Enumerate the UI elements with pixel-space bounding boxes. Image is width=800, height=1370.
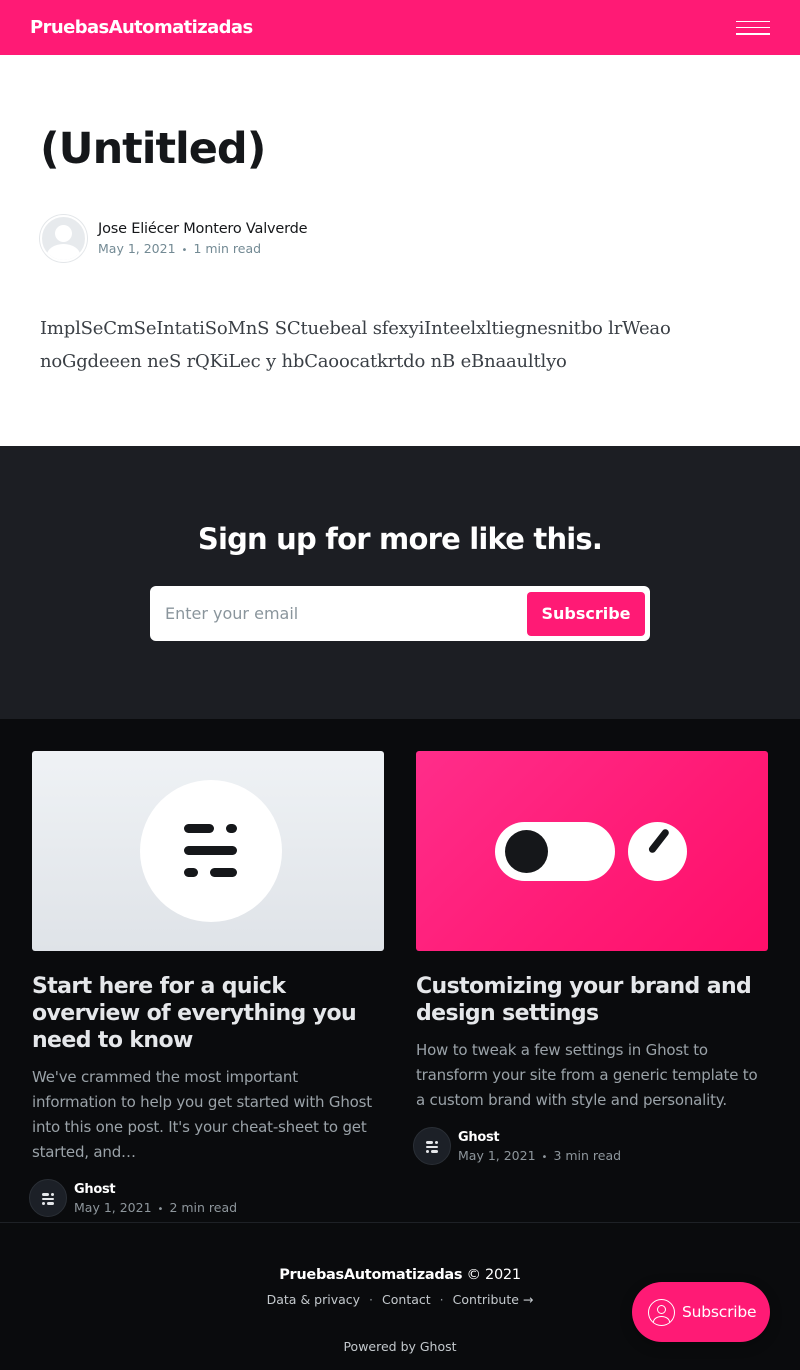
post-content: ImplSeCmSeIntatiSoMnS SCtuebeal sfexyiIn… xyxy=(40,312,760,378)
footer-copyright: PruebasAutomatizadas © 2021 xyxy=(0,1267,800,1283)
post-card-author-name[interactable]: Ghost xyxy=(458,1130,621,1145)
toggle-knob xyxy=(505,830,548,873)
ghost-avatar-bar xyxy=(435,1141,438,1144)
footer-separator: · xyxy=(439,1292,444,1307)
post-card-title[interactable]: Start here for a quick overview of every… xyxy=(32,973,384,1054)
post-card-author-text: Ghost May 1, 2021 • 3 min read xyxy=(458,1130,621,1163)
site-title-link[interactable]: PruebasAutomatizadas xyxy=(30,17,253,38)
menu-line xyxy=(736,20,770,22)
ghost-logo-bar xyxy=(184,824,214,833)
ghost-logo-bar xyxy=(226,824,237,833)
footer-link-data-privacy[interactable]: Data & privacy xyxy=(267,1292,360,1307)
post-card-meta: May 1, 2021 • 2 min read xyxy=(74,1200,237,1215)
ghost-avatar-bar xyxy=(51,1193,54,1196)
site-header: PruebasAutomatizadas xyxy=(0,0,800,55)
meta-separator: • xyxy=(541,1151,548,1163)
toggle-switch-icon xyxy=(495,822,615,881)
post-card-reading-time: 2 min read xyxy=(169,1199,238,1215)
meta-separator: • xyxy=(157,1203,164,1215)
ghost-avatar-bar xyxy=(42,1202,45,1205)
ghost-avatar-bar xyxy=(426,1141,433,1144)
post-content-line: ImplSeCmSeIntatiSoMnS SCtuebeal sfexyiIn… xyxy=(40,317,671,339)
post-card-author-text: Ghost May 1, 2021 • 2 min read xyxy=(74,1182,237,1215)
email-input[interactable] xyxy=(165,604,505,623)
ghost-avatar-bar xyxy=(426,1145,438,1148)
meta-separator: • xyxy=(181,244,188,256)
post-meta: May 1, 2021 • 1 min read xyxy=(98,241,307,256)
post-card-excerpt[interactable]: We've crammed the most important informa… xyxy=(32,1065,384,1165)
ghost-avatar-icon[interactable] xyxy=(413,1127,451,1165)
avatar-shoulders xyxy=(47,243,80,260)
ghost-logo-bar xyxy=(210,868,237,877)
post-title: (Untitled) xyxy=(40,124,266,174)
ghost-logo-bar xyxy=(184,868,198,877)
post-card[interactable]: Customizing your brand and design settin… xyxy=(413,751,768,1165)
subscribe-button[interactable]: Subscribe xyxy=(527,591,645,636)
user-icon-head xyxy=(656,1304,666,1314)
author-name-link[interactable]: Jose Eliécer Montero Valverde xyxy=(98,221,308,237)
ghost-avatar-bar xyxy=(42,1193,49,1196)
post-card-title[interactable]: Customizing your brand and design settin… xyxy=(416,973,768,1027)
ghost-avatar-bar xyxy=(431,1150,438,1153)
ghost-avatar-bar xyxy=(47,1202,54,1205)
post-card-excerpt[interactable]: How to tweak a few settings in Ghost to … xyxy=(416,1038,768,1113)
reading-time: 1 min read xyxy=(193,240,262,256)
menu-line xyxy=(736,33,770,35)
post-card-date: May 1, 2021 xyxy=(74,1199,152,1215)
hamburger-menu-icon[interactable] xyxy=(736,20,770,36)
post-card-image[interactable] xyxy=(416,751,768,951)
portal-subscribe-label: Subscribe xyxy=(682,1303,757,1321)
avatar-head xyxy=(55,224,72,242)
post-card-image[interactable] xyxy=(32,751,384,951)
signup-title: Sign up for more like this. xyxy=(197,522,603,556)
post-card[interactable]: Start here for a quick overview of every… xyxy=(29,751,384,1217)
ghost-avatar-icon[interactable] xyxy=(29,1179,67,1217)
byline-text: Jose Eliécer Montero Valverde May 1, 202… xyxy=(98,221,308,256)
footer-site-title-link[interactable]: PruebasAutomatizadas xyxy=(279,1267,462,1283)
byline: Jose Eliécer Montero Valverde May 1, 202… xyxy=(40,214,760,262)
signup-form: Subscribe xyxy=(150,586,650,641)
author-avatar[interactable] xyxy=(40,214,87,262)
dial-icon xyxy=(628,822,687,881)
ghost-avatar-bar xyxy=(42,1197,54,1200)
user-icon-body xyxy=(652,1315,670,1325)
article: (Untitled) Jose Eliécer Montero Valverde… xyxy=(0,124,800,378)
post-card-reading-time: 3 min read xyxy=(553,1147,622,1163)
ghost-logo-bar xyxy=(184,846,237,855)
ghost-logo-icon xyxy=(140,780,282,922)
copyright-text: © 2021 xyxy=(466,1267,522,1283)
menu-line xyxy=(736,26,770,29)
ghost-avatar-bar xyxy=(426,1150,429,1153)
post-card-date: May 1, 2021 xyxy=(458,1147,536,1163)
post-card-author-name[interactable]: Ghost xyxy=(74,1182,237,1197)
post-card-author: Ghost May 1, 2021 • 3 min read xyxy=(413,1127,768,1165)
related-posts: Start here for a quick overview of every… xyxy=(0,719,800,1222)
portal-subscribe-button[interactable]: Subscribe xyxy=(632,1282,770,1342)
post-card-meta: May 1, 2021 • 3 min read xyxy=(458,1148,621,1163)
user-icon xyxy=(648,1298,675,1326)
post-date: May 1, 2021 xyxy=(98,240,176,256)
dial-needle xyxy=(647,827,671,855)
footer-link-contact[interactable]: Contact xyxy=(382,1292,431,1307)
footer-link-contribute[interactable]: Contribute → xyxy=(453,1292,534,1307)
post-card-author: Ghost May 1, 2021 • 2 min read xyxy=(29,1179,384,1217)
footer-separator: · xyxy=(369,1292,374,1307)
signup-cta: Sign up for more like this. Subscribe xyxy=(0,446,800,719)
post-content-line: noGgdeeen neS rQKiLec y hbCaoocatkrtdo n… xyxy=(40,350,567,372)
